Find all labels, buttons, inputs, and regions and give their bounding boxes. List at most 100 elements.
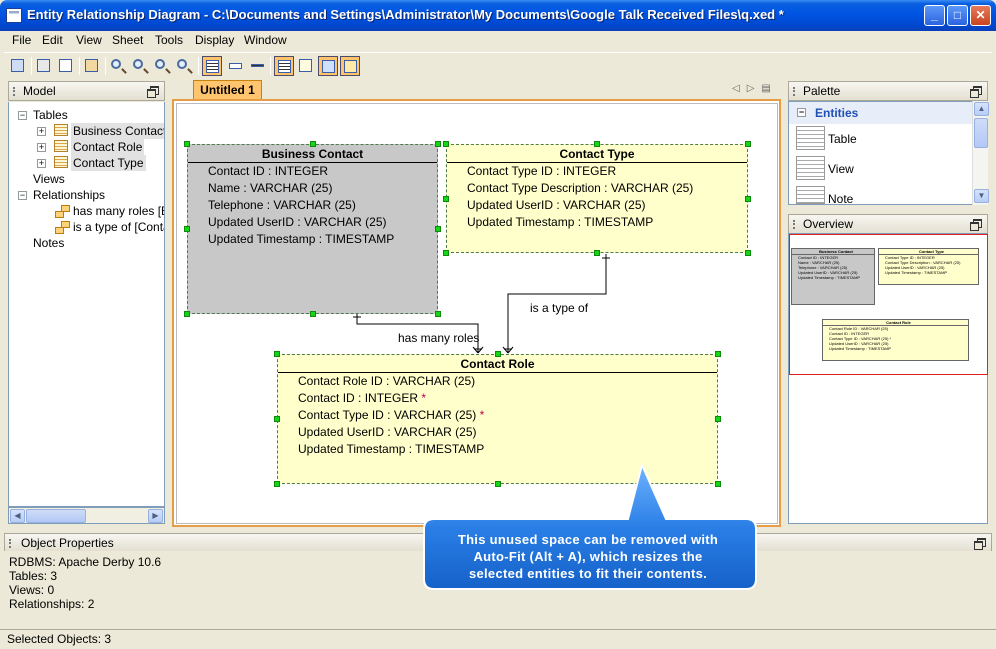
diagram-canvas[interactable]: has many roles is a type of Business Con… (176, 103, 778, 524)
restore-icon[interactable] (974, 538, 986, 550)
tab-untitled-1[interactable]: Untitled 1 (193, 80, 262, 100)
restore-icon[interactable] (147, 86, 159, 98)
table-icon[interactable] (796, 126, 825, 150)
note-icon[interactable] (796, 186, 825, 204)
menu-tools[interactable]: Tools (155, 33, 183, 47)
selection-handle[interactable] (715, 351, 721, 357)
table-icon[interactable] (202, 56, 222, 76)
tree-relationships[interactable]: Relationships (33, 187, 105, 203)
scroll-right-icon[interactable]: ▶ (148, 509, 163, 523)
selection-handle[interactable] (435, 226, 441, 232)
selection-handle[interactable] (443, 250, 449, 256)
tab-navigation[interactable]: ◁▷▤ (732, 83, 778, 94)
model-panel-header[interactable]: Model (8, 81, 165, 101)
selection-handle[interactable] (184, 226, 190, 232)
tree-table-business-contact[interactable]: Business Contact (71, 123, 164, 139)
palette-item-view[interactable]: View (828, 162, 854, 176)
page-setup-icon[interactable] (56, 56, 76, 76)
scroll-down-icon[interactable]: ▼ (974, 189, 989, 203)
palette-vertical-scrollbar[interactable]: ▲ ▼ (972, 101, 989, 205)
menu-view[interactable]: View (76, 33, 102, 47)
tree-tables[interactable]: Tables (33, 107, 68, 123)
selection-handle[interactable] (309, 141, 316, 147)
expand-icon[interactable]: + (37, 159, 46, 168)
restore-icon[interactable] (970, 219, 982, 231)
overview-panel-header[interactable]: Overview (788, 214, 988, 234)
view-icon[interactable] (796, 156, 825, 180)
tree-table-contact-type[interactable]: Contact Type (71, 155, 146, 171)
zoom-icon[interactable] (108, 56, 128, 76)
selection-handle[interactable] (435, 141, 441, 147)
entity-contact-type[interactable]: Contact Type Contact Type ID : INTEGER C… (446, 144, 748, 253)
column-text: Contact ID : INTEGER (298, 391, 419, 405)
entity-business-contact[interactable]: Business Contact Contact ID : INTEGER Na… (187, 144, 438, 314)
entity-column: Updated Timestamp : TIMESTAMP (298, 442, 485, 456)
palette-group-entities[interactable]: − Entities (789, 102, 972, 124)
collapse-icon[interactable]: − (797, 108, 806, 117)
tree-relationship-has-many-roles[interactable]: has many roles [Bu (73, 203, 164, 219)
label-has-many-roles[interactable]: has many roles (398, 331, 479, 345)
entity-title: Contact Type (447, 145, 747, 163)
key-icon[interactable] (318, 56, 338, 76)
selection-handle[interactable] (274, 481, 280, 487)
toolbar-separator (79, 57, 80, 75)
tree-relationship-is-a-type-of[interactable]: is a type of [Conta (73, 219, 164, 235)
menu-display[interactable]: Display (195, 33, 234, 47)
selection-handle[interactable] (745, 250, 751, 256)
tree-notes[interactable]: Notes (33, 235, 64, 251)
table-outline-icon[interactable] (274, 56, 294, 76)
label-is-a-type-of[interactable]: is a type of (530, 301, 588, 315)
palette-panel-header[interactable]: Palette (788, 81, 988, 101)
menu-window[interactable]: Window (244, 33, 287, 47)
expand-icon[interactable]: + (37, 127, 46, 136)
menu-edit[interactable]: Edit (42, 33, 63, 47)
selection-handle[interactable] (184, 141, 190, 147)
selection-handle[interactable] (594, 141, 600, 147)
restore-icon[interactable] (970, 86, 982, 98)
tree-table-contact-role[interactable]: Contact Role (71, 139, 145, 155)
minimize-button[interactable]: _ (924, 5, 945, 26)
menu-file[interactable]: File (12, 33, 31, 47)
zoom-fit-icon[interactable] (174, 56, 194, 76)
column-icon[interactable] (226, 56, 246, 76)
selection-handle[interactable] (715, 416, 721, 422)
palette-item-table[interactable]: Table (828, 132, 857, 146)
selection-handle[interactable] (435, 311, 441, 317)
model-horizontal-scrollbar[interactable]: ◀ ▶ (8, 507, 165, 524)
line-icon[interactable] (248, 56, 268, 76)
selection-handle[interactable] (494, 351, 501, 357)
scroll-thumb[interactable] (974, 118, 988, 148)
tree-views[interactable]: Views (33, 171, 65, 187)
overview-viewport[interactable] (789, 234, 988, 375)
selection-handle[interactable] (274, 416, 280, 422)
selection-handle[interactable] (274, 351, 280, 357)
collapse-icon[interactable]: − (18, 191, 27, 200)
scroll-left-icon[interactable]: ◀ (10, 509, 25, 523)
null-icon[interactable] (296, 56, 316, 76)
selection-handle[interactable] (745, 195, 751, 202)
maximize-button[interactable]: □ (947, 5, 968, 26)
expand-icon[interactable]: + (37, 143, 46, 152)
selection-handle[interactable] (184, 311, 190, 317)
selection-handle[interactable] (443, 195, 449, 202)
zoom-out-icon[interactable] (152, 56, 172, 76)
scroll-up-icon[interactable]: ▲ (974, 102, 989, 116)
title-bar[interactable]: Entity Relationship Diagram - C:\Documen… (0, 0, 996, 31)
selection-handle[interactable] (443, 141, 449, 147)
palette-item-note[interactable]: Note (828, 192, 853, 206)
entity-column: Contact ID : INTEGER * (278, 390, 717, 407)
scroll-thumb[interactable] (26, 509, 86, 523)
layout-icon[interactable] (82, 56, 102, 76)
property-relationships: Relationships: 2 (9, 597, 95, 611)
save-icon[interactable] (8, 56, 28, 76)
selection-handle[interactable] (309, 311, 316, 317)
pk-icon[interactable] (340, 56, 360, 76)
zoom-in-icon[interactable] (130, 56, 150, 76)
entity-column: Contact Role ID : VARCHAR (25) (298, 374, 476, 388)
menu-sheet[interactable]: Sheet (112, 33, 143, 47)
collapse-icon[interactable]: − (18, 111, 27, 120)
close-button[interactable]: ✕ (970, 5, 991, 26)
selection-handle[interactable] (594, 250, 600, 256)
selection-handle[interactable] (745, 141, 751, 147)
print-icon[interactable] (34, 56, 54, 76)
